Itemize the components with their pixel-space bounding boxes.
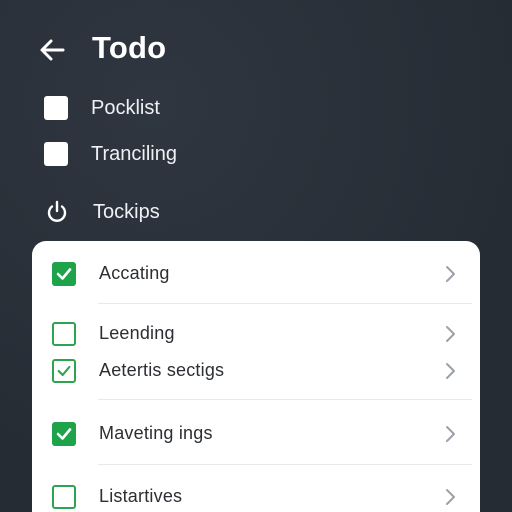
top-item-label: Pocklist bbox=[91, 96, 160, 119]
divider bbox=[98, 303, 472, 304]
top-item-tranciling[interactable]: Tranciling bbox=[44, 139, 177, 169]
page-title: Todo bbox=[92, 30, 167, 65]
check-icon bbox=[57, 365, 71, 377]
check-icon bbox=[56, 428, 72, 440]
list-item[interactable]: Maveting ings bbox=[32, 414, 480, 454]
chevron-right-icon bbox=[446, 266, 455, 282]
check-icon bbox=[56, 268, 72, 280]
list-item-label: Listartives bbox=[99, 486, 183, 506]
divider bbox=[98, 464, 472, 465]
checkbox-unchecked[interactable] bbox=[52, 322, 76, 346]
checkbox-checked-outline[interactable] bbox=[52, 359, 76, 383]
list-item[interactable]: Leending bbox=[32, 314, 480, 354]
top-item-tockips[interactable]: Tockips bbox=[44, 197, 160, 227]
list-item-label: Aetertis sectigs bbox=[99, 360, 225, 380]
list-item[interactable]: Accating bbox=[32, 254, 480, 294]
top-item-label: Tockips bbox=[93, 200, 160, 223]
header: Todo bbox=[0, 0, 512, 100]
app-screen: Todo Pocklist Tranciling Tockips Accatin… bbox=[0, 0, 512, 512]
divider bbox=[98, 399, 472, 400]
back-button[interactable] bbox=[34, 32, 70, 68]
todo-list-card: Accating Leending Aetertis sectigs Mavet… bbox=[32, 241, 480, 512]
list-item-label: Maveting ings bbox=[99, 423, 213, 443]
list-item-label: Leending bbox=[99, 323, 175, 343]
arrow-left-icon bbox=[40, 39, 65, 61]
checkbox-checked[interactable] bbox=[52, 262, 76, 286]
top-item-label: Tranciling bbox=[91, 142, 177, 165]
list-item[interactable]: Aetertis sectigs bbox=[32, 351, 480, 391]
top-item-pocklist[interactable]: Pocklist bbox=[44, 93, 160, 123]
chevron-right-icon bbox=[446, 363, 455, 379]
checkbox-checked[interactable] bbox=[52, 422, 76, 446]
checkbox-icon[interactable] bbox=[44, 142, 68, 166]
chevron-right-icon bbox=[446, 489, 455, 505]
chevron-right-icon bbox=[446, 426, 455, 442]
checkbox-icon[interactable] bbox=[44, 96, 68, 120]
chevron-right-icon bbox=[446, 326, 455, 342]
list-item-label: Accating bbox=[99, 263, 170, 283]
checkbox-unchecked[interactable] bbox=[52, 485, 76, 509]
power-icon bbox=[44, 199, 70, 225]
list-item[interactable]: Listartives bbox=[32, 477, 480, 512]
